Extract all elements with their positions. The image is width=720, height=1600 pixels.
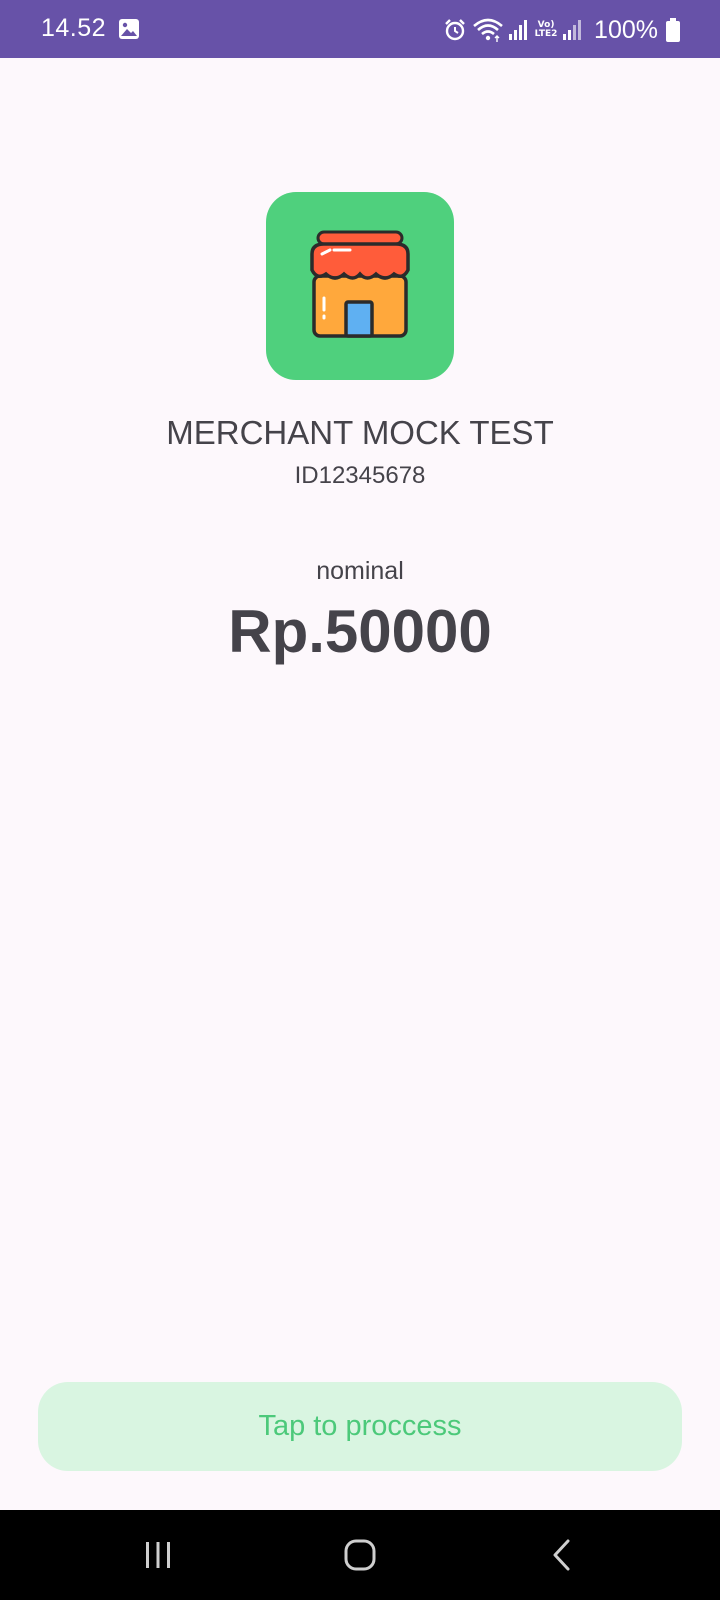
status-icons: Vo) LTE2 100%: [442, 14, 680, 46]
signal-icon: [509, 20, 528, 40]
merchant-name: MERCHANT MOCK TEST: [166, 414, 554, 451]
home-icon: [344, 1539, 376, 1571]
merchant-logo: [266, 192, 454, 380]
status-bar: 14.52 Vo) LTE2 100%: [0, 0, 720, 58]
navigation-bar: [0, 1510, 720, 1600]
store-icon: [310, 230, 410, 338]
back-icon: [553, 1539, 570, 1571]
back-button[interactable]: [532, 1532, 592, 1578]
status-time: 14.52: [41, 14, 107, 42]
recents-button[interactable]: [128, 1532, 188, 1578]
wifi-icon: [473, 18, 503, 42]
network-badge: Vo) LTE2: [534, 20, 558, 39]
process-button[interactable]: Tap to proccess: [38, 1382, 682, 1471]
gallery-icon: [119, 19, 139, 39]
recents-icon: [146, 1542, 170, 1568]
battery-percent: 100%: [594, 15, 658, 44]
nominal-label: nominal: [316, 557, 404, 585]
payment-amount: Rp.50000: [228, 598, 492, 665]
home-button[interactable]: [330, 1532, 390, 1578]
signal-icon-2: [563, 20, 582, 40]
merchant-id: ID12345678: [294, 462, 426, 489]
battery-icon: [666, 18, 680, 42]
alarm-icon: [445, 19, 465, 41]
screen: 14.52 Vo) LTE2 100% MERCHANT MOCK TEST I…: [0, 0, 720, 1600]
